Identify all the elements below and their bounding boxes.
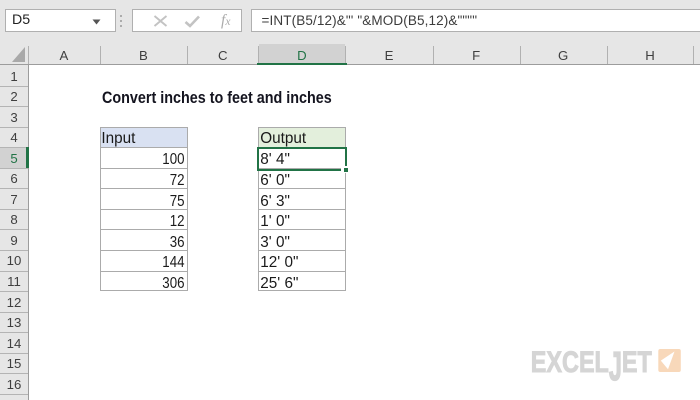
svg-text:ET: ET [622, 346, 652, 379]
svg-text:EXCEL: EXCEL [531, 346, 609, 379]
svg-text:J: J [609, 344, 622, 386]
